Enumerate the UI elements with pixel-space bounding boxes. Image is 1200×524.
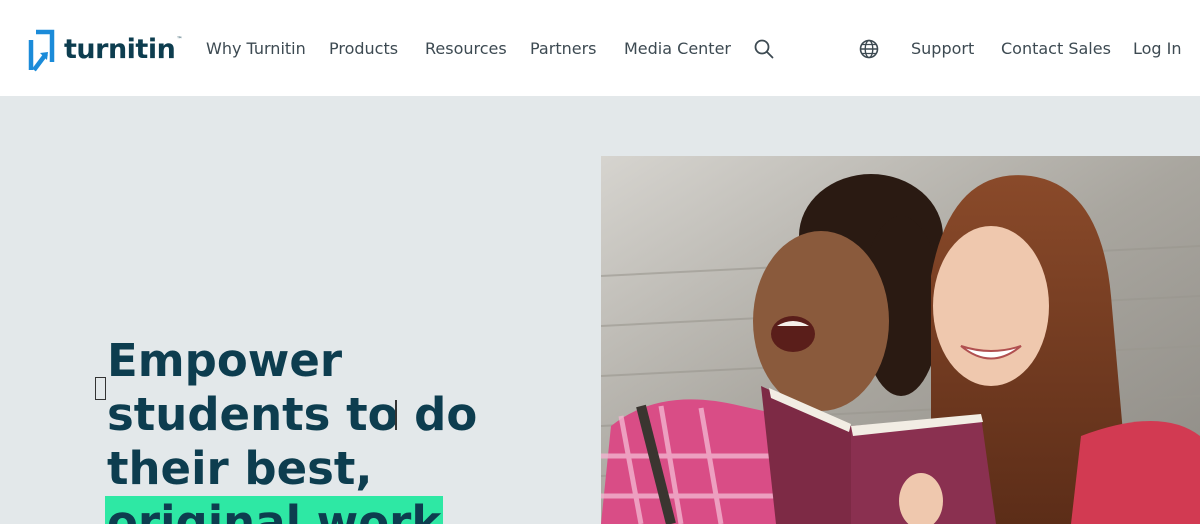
hero-headline: Empower students to do their best, origi… xyxy=(105,334,527,524)
headline-line-2: students to do xyxy=(107,388,478,441)
nav-log-in[interactable]: Log In xyxy=(1133,38,1182,60)
text-caret xyxy=(395,400,397,430)
headline-highlight: original work xyxy=(105,496,444,524)
nav-partners[interactable]: Partners xyxy=(530,38,596,60)
site-header: turnitin ™ Why Turnitin Products Resourc… xyxy=(0,0,1200,96)
turnitin-logo-mark-icon xyxy=(28,29,55,72)
headline-line-1: Empower xyxy=(107,334,343,387)
nav-support[interactable]: Support xyxy=(911,38,974,60)
turnitin-logo[interactable]: turnitin ™ xyxy=(28,28,182,74)
brand-name: turnitin xyxy=(64,33,176,65)
nav-resources[interactable]: Resources xyxy=(425,38,507,60)
nav-media-center[interactable]: Media Center xyxy=(624,38,731,60)
brand-trademark: ™ xyxy=(176,35,183,43)
hero-photo-students-reading xyxy=(601,156,1200,524)
search-icon[interactable] xyxy=(753,38,775,60)
text-cursor-marker xyxy=(95,377,106,400)
hero-section: Empower students to do their best, origi… xyxy=(0,96,1200,524)
nav-why-turnitin[interactable]: Why Turnitin xyxy=(206,38,306,60)
nav-products[interactable]: Products xyxy=(329,38,398,60)
nav-contact-sales[interactable]: Contact Sales xyxy=(1001,38,1111,60)
globe-icon[interactable] xyxy=(858,38,880,60)
students-photo-illustration xyxy=(601,156,1200,524)
headline-line-3: their best, xyxy=(107,442,373,495)
